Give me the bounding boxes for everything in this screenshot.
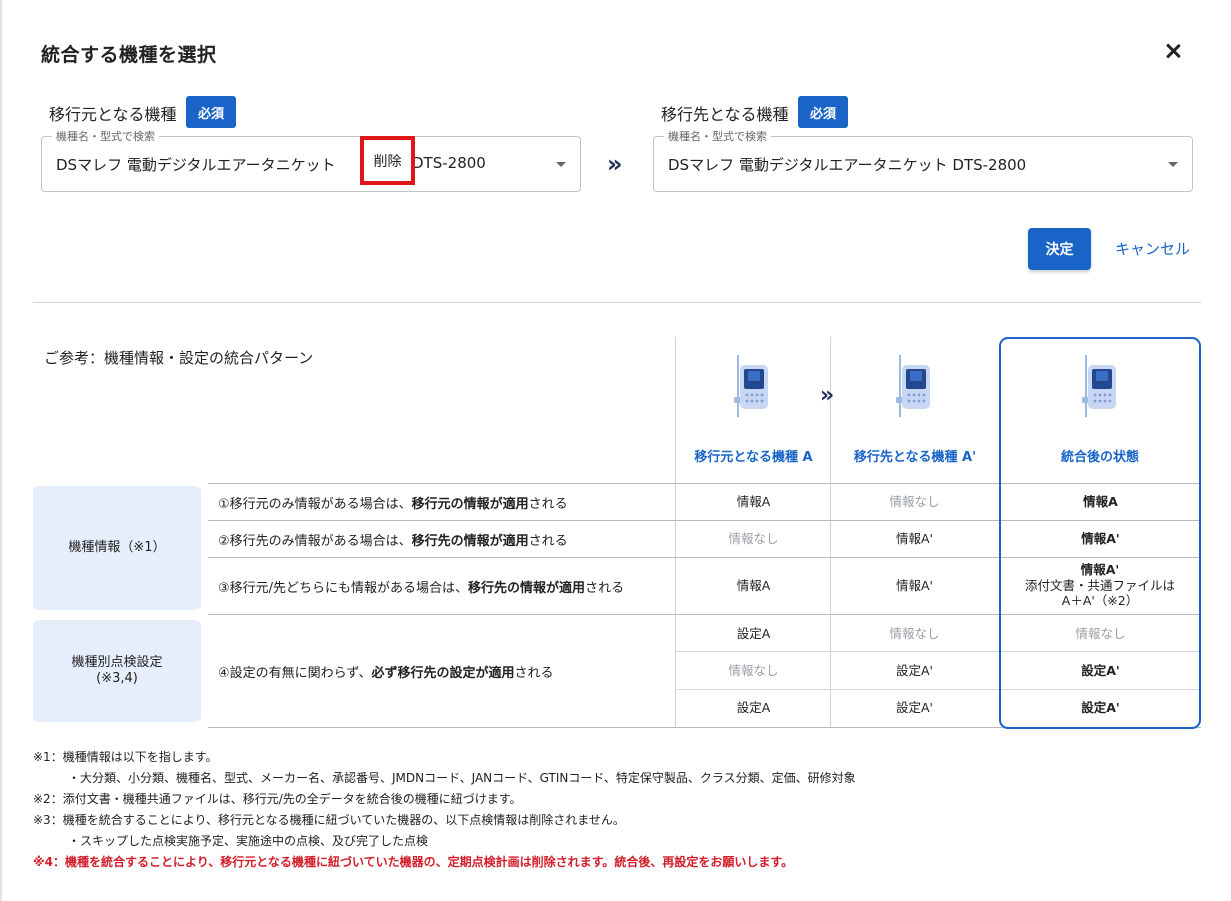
target-select-legend: 機種名・型式で検索 — [664, 128, 771, 144]
group-model-info: 機種情報（※1） — [33, 486, 201, 610]
group-inspection-note: (※3,4) — [96, 671, 138, 686]
device-icon — [896, 355, 930, 417]
group-inspection-label: 機種別点検設定 — [71, 654, 163, 670]
column-header-source: 移行元となる機種 A — [694, 450, 813, 465]
table-cell: 情報A — [736, 494, 771, 509]
result-column-highlight — [999, 337, 1201, 729]
source-select-value-prefix: DSマレフ 電動デジタルエアータニケット — [56, 156, 336, 174]
merge-model-dialog: 統合する機種を選択 移行元となる機種 必須 機種名・型式で検索 DSマレフ 電動… — [0, 0, 1231, 901]
note-1-detail: ・大分類、小分類、機種名、型式、メーカー名、承認番号、JMDNコード、JANコー… — [68, 771, 856, 785]
source-required-badge: 必須 — [186, 96, 236, 128]
section-divider — [33, 302, 1201, 303]
dialog-edge — [0, 0, 2, 901]
table-cell: 情報A' — [896, 578, 933, 593]
rule-3: ③移行元/先どちらにも情報がある場合は、移行先の情報が適用される — [218, 581, 625, 596]
rule-2: ②移行先のみ情報がある場合は、移行先の情報が適用される — [218, 534, 568, 549]
note-2: ※2：添付文書・機種共通ファイルは、移行元/先の全データを統合後の機種に紐づけま… — [33, 792, 522, 806]
target-model-select[interactable]: 機種名・型式で検索 DSマレフ 電動デジタルエアータニケット DTS-2800 — [653, 128, 1193, 192]
table-cell: 設定A' — [896, 663, 933, 678]
source-model-label: 移行元となる機種 — [49, 105, 177, 124]
note-3: ※3：機種を統合することにより、移行元となる機種に紐づいていた機器の、以下点検情… — [33, 813, 625, 827]
table-cell: 情報A — [736, 578, 771, 593]
cancel-button[interactable]: キャンセル — [1115, 238, 1190, 259]
confirm-button[interactable]: 決定 — [1028, 228, 1091, 270]
table-cell: 設定A' — [896, 700, 933, 715]
target-select-value: DSマレフ 電動デジタルエアータニケット DTS-2800 — [668, 156, 1027, 174]
table-cell: 情報なし — [728, 663, 779, 678]
chevron-down-icon — [1168, 162, 1178, 167]
device-icon — [734, 355, 768, 417]
group-inspection-settings: 機種別点検設定 (※3,4) — [33, 620, 201, 722]
table-cell: 情報A' — [896, 531, 933, 546]
source-model-select[interactable]: 機種名・型式で検索 DSマレフ 電動デジタルエアータニケット DTS-2800 — [41, 128, 581, 192]
reference-title: ご参考：機種情報・設定の統合パターン — [44, 349, 314, 367]
column-header-target: 移行先となる機種 A' — [853, 450, 977, 465]
delete-highlight-badge: 削除 — [360, 136, 415, 185]
rule-1: ①移行元のみ情報がある場合は、移行元の情報が適用される — [218, 497, 568, 512]
close-icon[interactable] — [1162, 40, 1184, 62]
table-cell: 情報なし — [889, 626, 940, 641]
rule-4: ④設定の有無に関わらず、必ず移行先の設定が適用される — [218, 666, 554, 681]
source-select-value-suffix: DTS-2800 — [412, 154, 486, 172]
note-4-warning: ※4：機種を統合することにより、移行元となる機種に紐づいていた機器の、定期点検計… — [33, 855, 794, 869]
double-chevron-right-icon: » — [820, 383, 835, 408]
table-cell: 情報なし — [728, 531, 779, 546]
chevron-down-icon — [556, 162, 566, 167]
double-chevron-right-icon: » — [607, 150, 623, 178]
note-1: ※1：機種情報は以下を指します。 — [33, 750, 218, 764]
table-cell: 設定A — [736, 626, 771, 641]
table-cell: 設定A — [736, 700, 771, 715]
source-select-legend: 機種名・型式で検索 — [52, 128, 159, 144]
target-required-badge: 必須 — [798, 96, 848, 128]
dialog-title: 統合する機種を選択 — [41, 44, 217, 66]
table-cell: 情報なし — [889, 494, 940, 509]
note-3-detail: ・スキップした点検実施予定、実施途中の点検、及び完了した点検 — [68, 834, 429, 848]
target-model-label: 移行先となる機種 — [661, 105, 789, 124]
